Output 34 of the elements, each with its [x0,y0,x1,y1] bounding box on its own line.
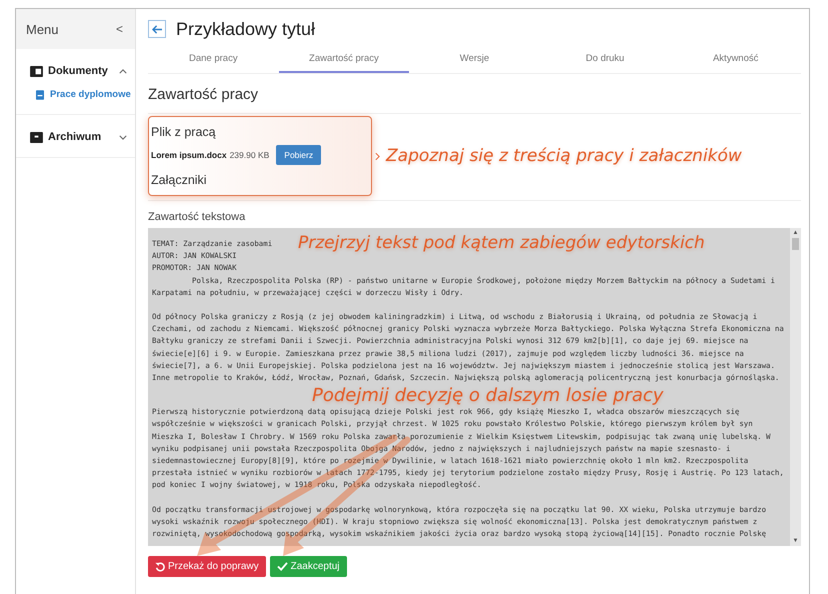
sidebar-subitem[interactable]: Prace dyplomowe [16,81,135,104]
archive-icon [30,132,43,142]
accept-button[interactable]: Zaakceptuj [270,556,347,577]
file-size: 239.90 KB [230,150,270,160]
sidebar-item[interactable]: Archiwum [16,127,135,147]
tab[interactable]: Do druku [540,49,670,73]
arrow-left-icon [152,24,162,34]
folder-icon [30,66,43,76]
tab[interactable]: Zawartość pracy [278,49,410,73]
back-button[interactable] [148,20,166,38]
annotation-text: Przejrzyj tekst pod kątem zabiegów edytorskich [298,233,705,253]
tab[interactable]: Wersje [409,49,540,73]
tab[interactable]: Dane pracy [148,49,279,73]
undo-icon [155,562,165,572]
sidebar-item[interactable]: Dokumenty [16,61,135,81]
text-content-title: Zawartość tekstowa [148,210,246,225]
page-title: Przykładowy tytuł [176,18,316,40]
download-button[interactable]: Pobierz [276,145,322,165]
document-icon [36,90,44,100]
file-section-title: Plik z pracą [151,125,217,139]
pointer-icon [375,152,380,160]
chevron-up-icon [119,68,127,74]
annotation-text: Podejmij decyzję o dalszym losie pracy [312,386,664,406]
check-icon [276,562,288,571]
file-name: Lorem ipsum.docx [151,150,227,160]
return-button[interactable]: Przekaż do poprawy [148,556,266,577]
scrollbar-thumb[interactable] [792,238,799,250]
menu-title: Menu [26,22,59,36]
attachments-title: Załączniki [151,173,208,187]
section-title: Zawartość pracy [148,74,801,114]
tab[interactable]: Aktywność [670,49,801,73]
chevron-down-icon [119,134,127,140]
collapse-button[interactable]: < [114,22,125,36]
annotation-text: Zapoznaj się z treścią pracy i załaczników [386,146,742,166]
